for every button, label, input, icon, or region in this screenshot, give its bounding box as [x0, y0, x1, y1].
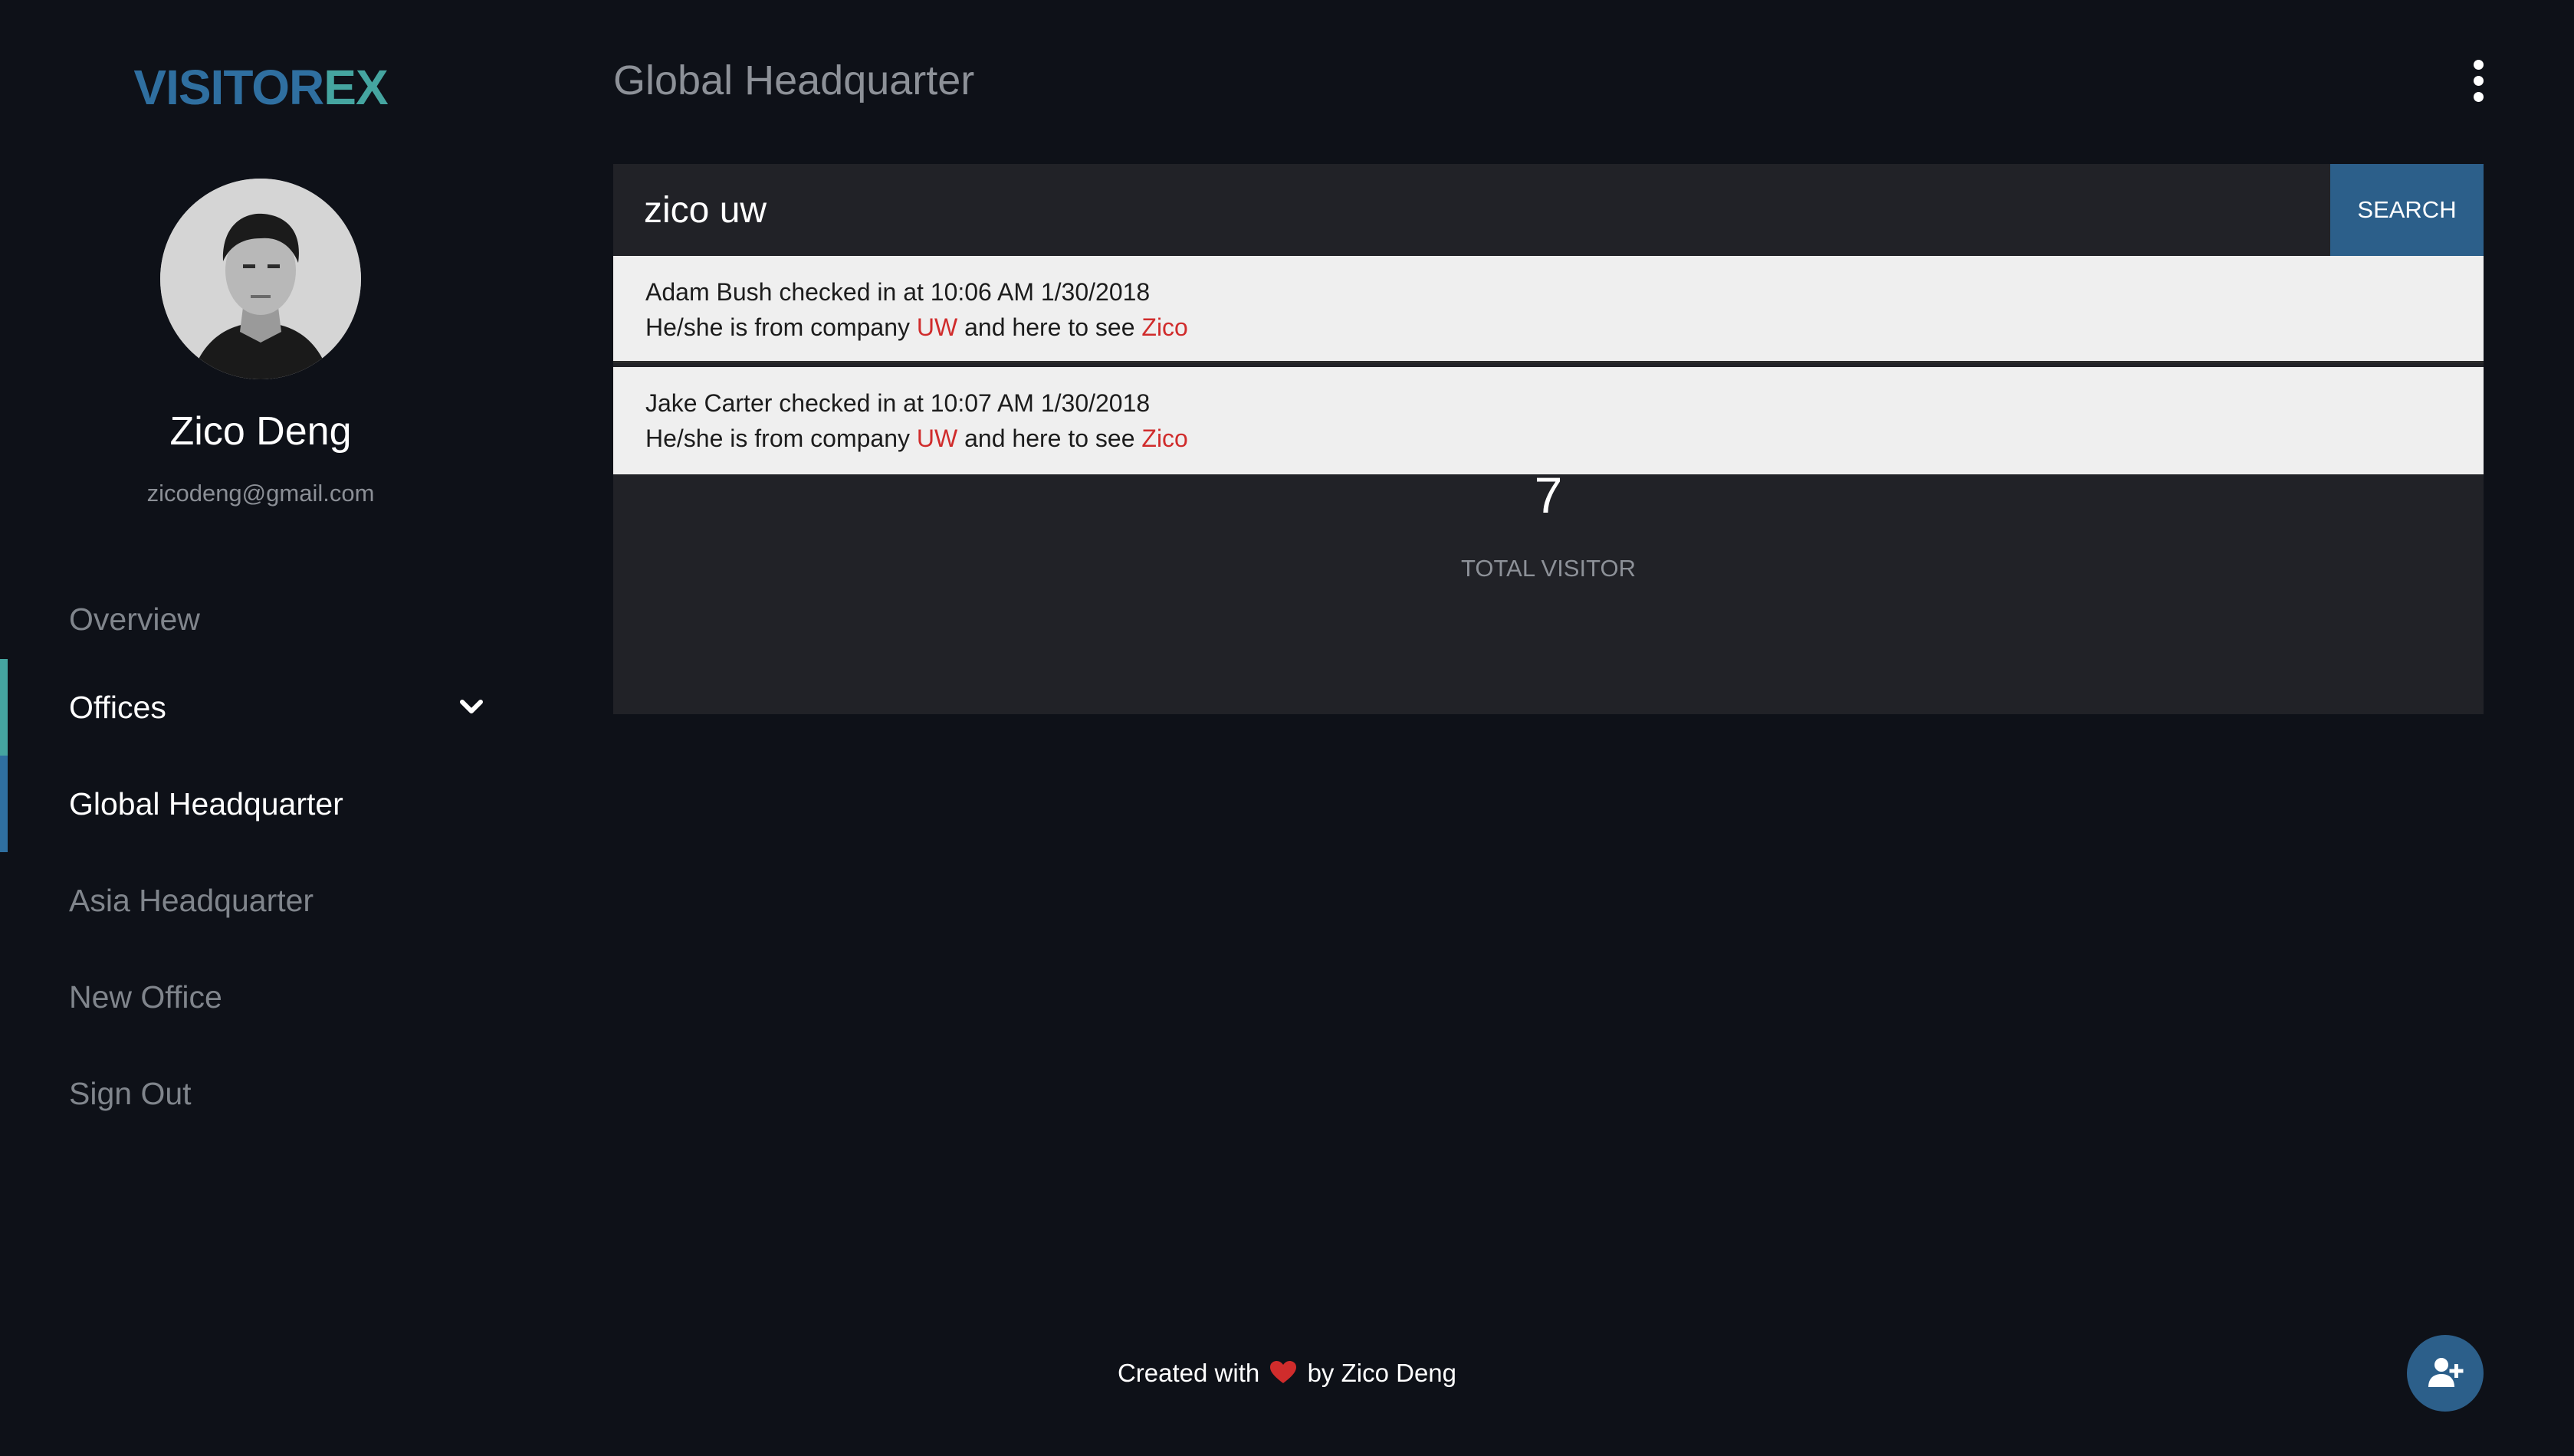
result-detail-middle: and here to see — [957, 425, 1142, 452]
nav-global-headquarter-label: Global Headquarter — [69, 786, 343, 821]
total-visitor-label: TOTAL VISITOR — [1461, 555, 1636, 582]
search-input[interactable] — [613, 164, 2330, 256]
logo-part-visitor: VISITOR — [133, 60, 324, 115]
kebab-dot — [2474, 92, 2484, 102]
search-result-item[interactable]: Jake Carter checked in at 10:07 AM 1/30/… — [613, 367, 2484, 474]
user-name: Zico Deng — [169, 409, 352, 454]
result-detail-prefix: He/she is from company — [645, 313, 917, 341]
kebab-dot — [2474, 76, 2484, 86]
result-checkin-text: Jake Carter checked in at 10:07 AM 1/30/… — [645, 389, 1151, 417]
result-host: Zico — [1141, 313, 1188, 341]
nav-overview[interactable]: Overview — [0, 571, 521, 667]
nav-overview-label: Overview — [69, 602, 200, 637]
user-email: zicodeng@gmail.com — [146, 480, 375, 507]
result-detail-text: He/she is from company UW and here to se… — [645, 310, 2484, 345]
footer-suffix: by Zico Deng — [1307, 1359, 1457, 1387]
add-user-icon — [2428, 1358, 2464, 1387]
result-detail-middle: and here to see — [957, 313, 1142, 341]
nav-offices-label: Offices — [69, 690, 166, 725]
nav-offices[interactable]: Offices — [0, 659, 521, 756]
nav-asia-headquarter[interactable]: Asia Headquarter — [0, 852, 521, 949]
nav-sign-out[interactable]: Sign Out — [0, 1045, 521, 1142]
nav-asia-headquarter-label: Asia Headquarter — [69, 883, 314, 918]
avatar-portrait-icon — [160, 179, 361, 379]
search-button[interactable]: SEARCH — [2330, 164, 2484, 256]
add-visitor-fab[interactable] — [2407, 1335, 2484, 1412]
kebab-dot — [2474, 60, 2484, 70]
nav-new-office[interactable]: New Office — [0, 949, 521, 1045]
search-result-item[interactable]: Adam Bush checked in at 10:06 AM 1/30/20… — [613, 256, 2484, 363]
result-detail-prefix: He/she is from company — [645, 425, 917, 452]
logo-part-ex: EX — [323, 60, 388, 115]
active-indicator-bar — [0, 659, 8, 756]
result-checkin-text: Adam Bush checked in at 10:06 AM 1/30/20… — [645, 278, 1151, 306]
result-company: UW — [916, 313, 958, 341]
result-detail-text: He/she is from company UW and here to se… — [645, 421, 2484, 456]
app-logo[interactable]: VISITOREX — [0, 60, 521, 115]
nav-new-office-label: New Office — [69, 979, 222, 1015]
result-company: UW — [916, 425, 958, 452]
nav-global-headquarter[interactable]: Global Headquarter — [0, 756, 521, 852]
chevron-down-icon[interactable] — [456, 696, 487, 719]
page-title: Global Headquarter — [613, 57, 975, 103]
sidebar: VISITOREX Zico Deng zicodeng@gmail.com O… — [0, 0, 521, 1456]
footer-prefix: Created with — [1117, 1359, 1260, 1387]
heart-icon — [1270, 1361, 1297, 1383]
selected-indicator-bar — [0, 756, 8, 852]
kebab-vertical-icon[interactable] — [2465, 58, 2493, 104]
footer: Created with by Zico Deng — [0, 1356, 2574, 1390]
avatar — [160, 179, 361, 379]
nav-sign-out-label: Sign Out — [69, 1076, 192, 1111]
result-host: Zico — [1141, 425, 1188, 452]
